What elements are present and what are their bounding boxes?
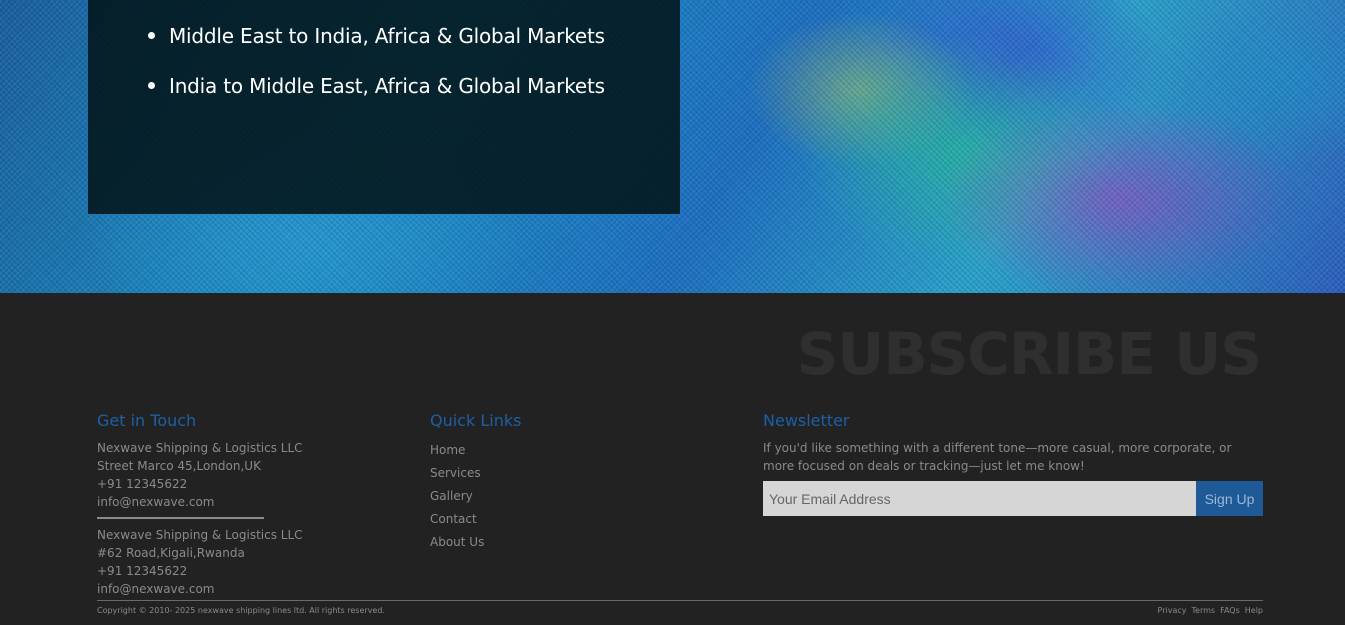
legal-link-terms[interactable]: Terms: [1192, 606, 1216, 615]
get-in-touch-title: Get in Touch: [97, 411, 197, 430]
office-address: Street Marco 45,London,UK: [97, 459, 261, 473]
sign-up-button[interactable]: Sign Up: [1196, 481, 1263, 516]
legal-link-faqs[interactable]: FAQs: [1220, 606, 1240, 615]
office-divider: [97, 517, 264, 519]
subscribe-heading: SUBSCRIBE US: [796, 320, 1262, 388]
bullet-icon: [148, 82, 155, 89]
office-phone: +91 12345622: [97, 564, 188, 578]
newsletter-column: Newsletter If you'd like something with …: [763, 410, 1263, 516]
office-block: Nexwave Shipping & Logistics LLC #62 Roa…: [97, 526, 303, 598]
legal-link-privacy[interactable]: Privacy: [1158, 606, 1187, 615]
newsletter-description: If you'd like something with a different…: [763, 441, 1232, 473]
newsletter-title: Newsletter: [763, 411, 850, 430]
quick-link-home[interactable]: Home: [430, 439, 521, 462]
office-company: Nexwave Shipping & Logistics LLC: [97, 528, 303, 542]
quick-links-title: Quick Links: [430, 411, 522, 430]
hero-banner: Middle East to India, Africa & Global Ma…: [0, 0, 1345, 293]
newsletter-form: Sign Up: [763, 481, 1263, 516]
market-route-text: Middle East to India, Africa & Global Ma…: [169, 24, 605, 48]
email-input[interactable]: [763, 481, 1196, 516]
market-route-text: India to Middle East, Africa & Global Ma…: [169, 74, 605, 98]
quick-links-column: Quick Links Home Services Gallery Contac…: [430, 410, 521, 554]
markets-list: Middle East to India, Africa & Global Ma…: [88, 22, 605, 122]
office-email: info@nexwave.com: [97, 582, 215, 596]
office-email: info@nexwave.com: [97, 495, 215, 509]
quick-link-gallery[interactable]: Gallery: [430, 485, 521, 508]
quick-link-about-us[interactable]: About Us: [430, 531, 521, 554]
list-item: India to Middle East, Africa & Global Ma…: [88, 72, 605, 122]
legal-links: Privacy Terms FAQs Help: [1158, 606, 1263, 615]
footer-divider: [97, 600, 1263, 601]
office-phone: +91 12345622: [97, 477, 188, 491]
office-company: Nexwave Shipping & Logistics LLC: [97, 441, 303, 455]
legal-link-help[interactable]: Help: [1245, 606, 1263, 615]
markets-panel: Middle East to India, Africa & Global Ma…: [88, 0, 680, 214]
office-block: Nexwave Shipping & Logistics LLC Street …: [97, 439, 303, 511]
quick-link-services[interactable]: Services: [430, 462, 521, 485]
list-item: Middle East to India, Africa & Global Ma…: [88, 22, 605, 72]
get-in-touch-column: Get in Touch Nexwave Shipping & Logistic…: [97, 410, 303, 598]
bullet-icon: [148, 32, 155, 39]
copyright-text: Copyright © 2010- 2025 nexwave shipping …: [97, 606, 385, 615]
quick-link-contact[interactable]: Contact: [430, 508, 521, 531]
office-address: #62 Road,Kigali,Rwanda: [97, 546, 245, 560]
